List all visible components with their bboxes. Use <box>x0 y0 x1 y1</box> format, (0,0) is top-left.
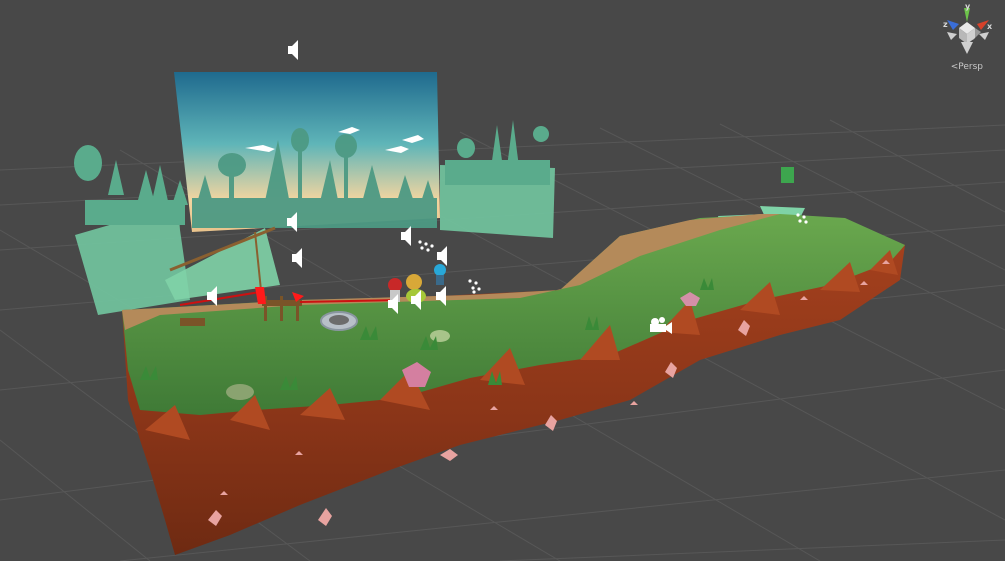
scene-canvas[interactable] <box>0 0 1005 561</box>
projection-mode-label: Persp <box>958 62 983 72</box>
x-axis-label: x <box>987 22 993 31</box>
scene-view[interactable]: y x z <Persp <box>0 0 1005 561</box>
z-axis-cone[interactable] <box>947 20 959 30</box>
axis-cube-icon[interactable] <box>939 2 995 62</box>
y-axis-label: y <box>965 2 971 11</box>
projection-toggle[interactable]: <Persp <box>951 62 983 72</box>
z-axis-label: z <box>943 20 948 29</box>
sprite-icon[interactable] <box>781 167 794 183</box>
